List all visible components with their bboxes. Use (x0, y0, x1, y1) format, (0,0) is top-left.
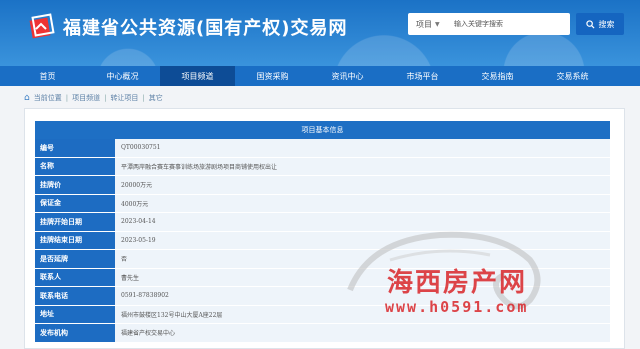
nav-item-state-procurement[interactable]: 国资采购 (235, 66, 310, 86)
breadcrumb-separator: | (142, 94, 145, 102)
table-row: 挂牌价 20000万元 (35, 176, 610, 195)
table-row: 编号 QT00030751 (35, 139, 610, 158)
row-label: 编号 (35, 139, 115, 157)
row-value: 福州市鼓楼区132号中山大厦A座22层 (115, 305, 610, 323)
main-nav: 首页 中心概况 项目频道 国资采购 资讯中心 市场平台 交易指南 交易系统 (0, 66, 640, 86)
row-label: 联系电话 (35, 287, 115, 305)
table-row: 名称 平潭两岸融合赛车赛事训练场旅游剧场项目商铺使用权出让 (35, 157, 610, 176)
row-label: 地址 (35, 305, 115, 323)
breadcrumb-separator: | (104, 94, 107, 102)
search-box: 项目 ▼ (408, 13, 570, 35)
nav-item-home[interactable]: 首页 (10, 66, 85, 86)
row-value: QT00030751 (115, 139, 610, 157)
search-input[interactable] (448, 15, 563, 33)
breadcrumb-current-location: 当前位置 (33, 94, 62, 102)
search-button-label: 搜索 (598, 19, 615, 29)
row-value: 2023-05-19 (115, 231, 610, 249)
chevron-down-icon: ▼ (435, 20, 440, 28)
nav-item-trade-system[interactable]: 交易系统 (535, 66, 610, 86)
row-label: 保证金 (35, 194, 115, 212)
table-row: 发布机构 福建省产权交易中心 (35, 324, 610, 343)
nav-item-trade-guide[interactable]: 交易指南 (460, 66, 535, 86)
row-value: 20000万元 (115, 176, 610, 194)
breadcrumb-link-project-channel[interactable]: 项目频道 (72, 93, 100, 103)
breadcrumb-link-other[interactable]: 其它 (149, 93, 163, 103)
nav-item-market-platform[interactable]: 市场平台 (385, 66, 460, 86)
nav-item-project-channel[interactable]: 项目频道 (160, 66, 235, 86)
breadcrumb-link-transfer-project[interactable]: 转让项目 (110, 93, 138, 103)
home-icon: ⌂ (24, 93, 30, 103)
breadcrumb-separator: | (65, 94, 69, 102)
nav-item-news-center[interactable]: 资讯中心 (310, 66, 385, 86)
table-row: 挂牌结束日期 2023-05-19 (35, 231, 610, 250)
row-label: 挂牌结束日期 (35, 231, 115, 249)
row-value: 0591-87838902 (115, 287, 610, 305)
site-title: 福建省公共资源(国有产权)交易网 (63, 18, 348, 39)
row-label: 是否延牌 (35, 250, 115, 268)
table-row: 保证金 4000万元 (35, 194, 610, 213)
row-label: 名称 (35, 157, 115, 175)
row-value: 否 (115, 250, 610, 268)
row-value: 曹先生 (115, 268, 610, 286)
table-row: 挂牌开始日期 2023-04-14 (35, 213, 610, 232)
row-label: 联系人 (35, 268, 115, 286)
row-label: 挂牌开始日期 (35, 213, 115, 231)
row-value: 平潭两岸融合赛车赛事训练场旅游剧场项目商铺使用权出让 (115, 157, 610, 175)
row-value: 4000万元 (115, 194, 610, 212)
search-icon (585, 19, 595, 29)
nav-item-center-overview[interactable]: 中心概况 (85, 66, 160, 86)
row-label: 挂牌价 (35, 176, 115, 194)
row-value: 2023-04-14 (115, 213, 610, 231)
watermark-url: www.h0591.com (385, 298, 529, 316)
logo-icon (29, 13, 55, 39)
breadcrumb: ⌂ 当前位置 | 项目频道 | 转让项目 | 其它 (24, 93, 163, 103)
row-value: 福建省产权交易中心 (115, 324, 610, 342)
watermark-text: 海西房产网 (387, 268, 528, 298)
site-header: 福建省公共资源(国有产权)交易网 项目 ▼ 搜索 (0, 0, 640, 66)
table-title: 项目基本信息 (35, 121, 610, 139)
search-type-label: 项目 (416, 19, 432, 29)
search-type-select[interactable]: 项目 ▼ (408, 19, 448, 30)
search-button[interactable]: 搜索 (576, 13, 624, 35)
row-label: 发布机构 (35, 324, 115, 342)
project-info-panel: 项目基本信息 编号 QT00030751 名称 平潭两岸融合赛车赛事训练场旅游剧… (24, 108, 625, 349)
